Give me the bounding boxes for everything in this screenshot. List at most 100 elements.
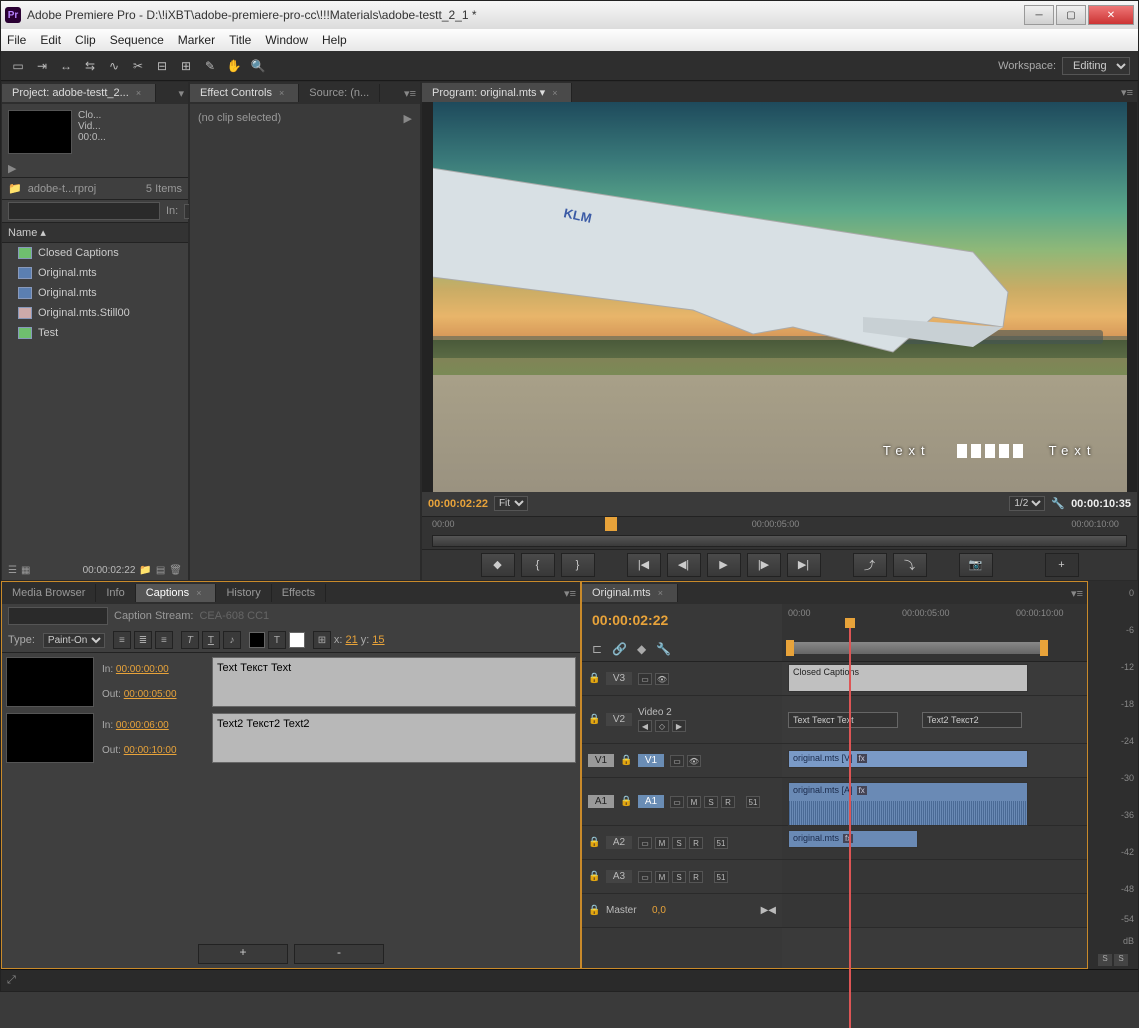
y-value[interactable]: 15 [372,634,384,646]
track-lane-a3[interactable] [782,860,1087,894]
maximize-button[interactable]: ▢ [1056,5,1086,25]
panel-menu-icon[interactable]: ▾≡ [560,587,580,600]
italic-icon[interactable]: T [181,631,199,649]
track-lane-v1[interactable]: original.mts [V]fx [782,744,1087,778]
out-tc[interactable]: 00:00:05:00 [124,689,177,700]
clip-text1[interactable]: Text Текст Text [788,712,898,728]
tab-captions[interactable]: Captions × [136,584,217,602]
bg-swatch[interactable] [249,632,265,648]
lock-icon[interactable]: 🔒 [588,871,600,882]
status-icon[interactable]: ⤢ [1,971,22,989]
delete-caption-button[interactable]: - [294,944,384,964]
x-value[interactable]: 21 [345,634,357,646]
align-left-icon[interactable]: ≡ [113,631,131,649]
align-right-icon[interactable]: ≡ [155,631,173,649]
close-button[interactable]: ✕ [1088,5,1134,25]
hand-tool-icon[interactable]: ✋ [225,57,243,75]
track-header-v2[interactable]: 🔒 V2 Video 2 ◀◇▶ [582,696,782,744]
list-view-icon[interactable]: ☰ [8,565,17,576]
note-icon[interactable]: ♪ [223,631,241,649]
lock-icon[interactable]: 🔒 [620,796,632,807]
mark-out-button[interactable]: } [561,553,595,577]
track-lane-master[interactable] [782,894,1087,928]
track-header-a2[interactable]: 🔒 A2 ▭MSR51 [582,826,782,860]
menu-sequence[interactable]: Sequence [110,33,164,47]
tab-close-icon[interactable]: × [132,88,145,98]
trash-icon[interactable]: 🗑 [169,565,182,576]
lock-icon[interactable]: 🔒 [588,837,600,848]
bin-item[interactable]: Closed Captions [2,243,188,263]
playhead-marker[interactable] [605,517,617,531]
menu-marker[interactable]: Marker [178,33,215,47]
menu-title[interactable]: Title [229,33,251,47]
track-header-a3[interactable]: 🔒 A3 ▭MSR51 [582,860,782,894]
eye-icon[interactable]: 👁 [687,755,701,767]
bin-item[interactable]: Test [2,323,188,343]
rolling-tool-icon[interactable]: ⇆ [81,57,99,75]
captions-search-input[interactable] [8,607,108,625]
clip-text2[interactable]: Text2 Текст2 [922,712,1022,728]
new-item-icon[interactable]: ▤ [156,565,165,576]
clip-cc[interactable]: Closed Captions [788,664,1028,692]
column-header-name[interactable]: Name ▴ [2,222,188,243]
search-input[interactable] [8,202,160,220]
fg-swatch[interactable] [289,632,305,648]
button-editor-button[interactable]: + [1045,553,1079,577]
go-to-in-button[interactable]: |◀ [627,553,661,577]
step-back-button[interactable]: ◀| [667,553,701,577]
playhead-icon[interactable] [845,618,855,628]
eye-icon[interactable]: 👁 [655,673,669,685]
chevron-right-icon[interactable]: ▶ [404,112,412,125]
align-center-icon[interactable]: ≣ [134,631,152,649]
sequence-tab[interactable]: Original.mts × [582,584,678,602]
program-monitor[interactable]: KLM Text Text [422,102,1137,492]
razor-tool-icon[interactable]: ✂ [129,57,147,75]
position-grid-icon[interactable]: ⊞ [313,631,331,649]
lock-icon[interactable]: 🔒 [588,905,600,916]
caption-text-input[interactable] [212,657,576,707]
caption-item[interactable]: In: 00:00:00:00 Out: 00:00:05:00 [6,657,576,707]
slip-tool-icon[interactable]: ⊟ [153,57,171,75]
program-ruler[interactable]: 00:00 00:00:05:00 00:00:10:00 [422,516,1137,549]
zoom-tool-icon[interactable]: 🔍 [249,57,267,75]
pen-tool-icon[interactable]: ✎ [201,57,219,75]
source-tab[interactable]: Source: (n... [299,84,380,102]
caption-stream-value[interactable]: CEA-608 CC1 [199,610,269,622]
keyframe-next-icon[interactable]: ▶ [672,720,686,732]
track-header-v3[interactable]: 🔒 V3 ▭👁 [582,662,782,696]
minimize-button[interactable]: ─ [1024,5,1054,25]
extract-button[interactable]: ⤵ [893,553,927,577]
new-bin-icon[interactable]: 📁 [139,565,151,576]
lock-icon[interactable]: 🔒 [588,673,600,684]
track-toggle-icon[interactable]: ▭ [670,755,684,767]
lift-button[interactable]: ⤴ [853,553,887,577]
caption-item[interactable]: In: 00:00:06:00 Out: 00:00:10:00 [6,713,576,763]
workspace-select[interactable]: Editing [1062,57,1130,75]
solo-left[interactable]: S [1098,954,1112,966]
track-header-master[interactable]: 🔒 Master 0,0 ▶◀ [582,894,782,928]
lock-icon[interactable]: 🔒 [620,755,632,766]
add-caption-button[interactable]: + [198,944,288,964]
track-lane-a1[interactable]: original.mts [A]fx [782,778,1087,826]
tab-history[interactable]: History [216,584,271,602]
track-lane-v3[interactable]: Closed Captions [782,662,1087,696]
solo-right[interactable]: S [1114,954,1128,966]
mark-in-button[interactable]: { [521,553,555,577]
tab-info[interactable]: Info [96,584,135,602]
resolution-select[interactable]: 1/2 [1009,496,1045,511]
clip-audio1[interactable]: original.mts [A]fx [788,782,1028,826]
ripple-tool-icon[interactable]: ↔ [57,57,75,75]
play-button[interactable]: ▶ [707,553,741,577]
track-select-icon[interactable]: ⇥ [33,57,51,75]
zoom-handle-right[interactable] [1040,640,1048,656]
go-to-out-button[interactable]: ▶| [787,553,821,577]
clip-thumbnail[interactable] [8,110,72,154]
export-frame-button[interactable]: 📷 [959,553,993,577]
track-lane-a2[interactable]: original.mtsfx [782,826,1087,860]
in-tc[interactable]: 00:00:06:00 [116,720,169,731]
track-header-a1[interactable]: A1 🔒 A1 ▭MSR51 [582,778,782,826]
tab-effects[interactable]: Effects [272,584,326,602]
menu-help[interactable]: Help [322,33,347,47]
bin-item[interactable]: Original.mts [2,263,188,283]
clip-video[interactable]: original.mts [V]fx [788,750,1028,768]
